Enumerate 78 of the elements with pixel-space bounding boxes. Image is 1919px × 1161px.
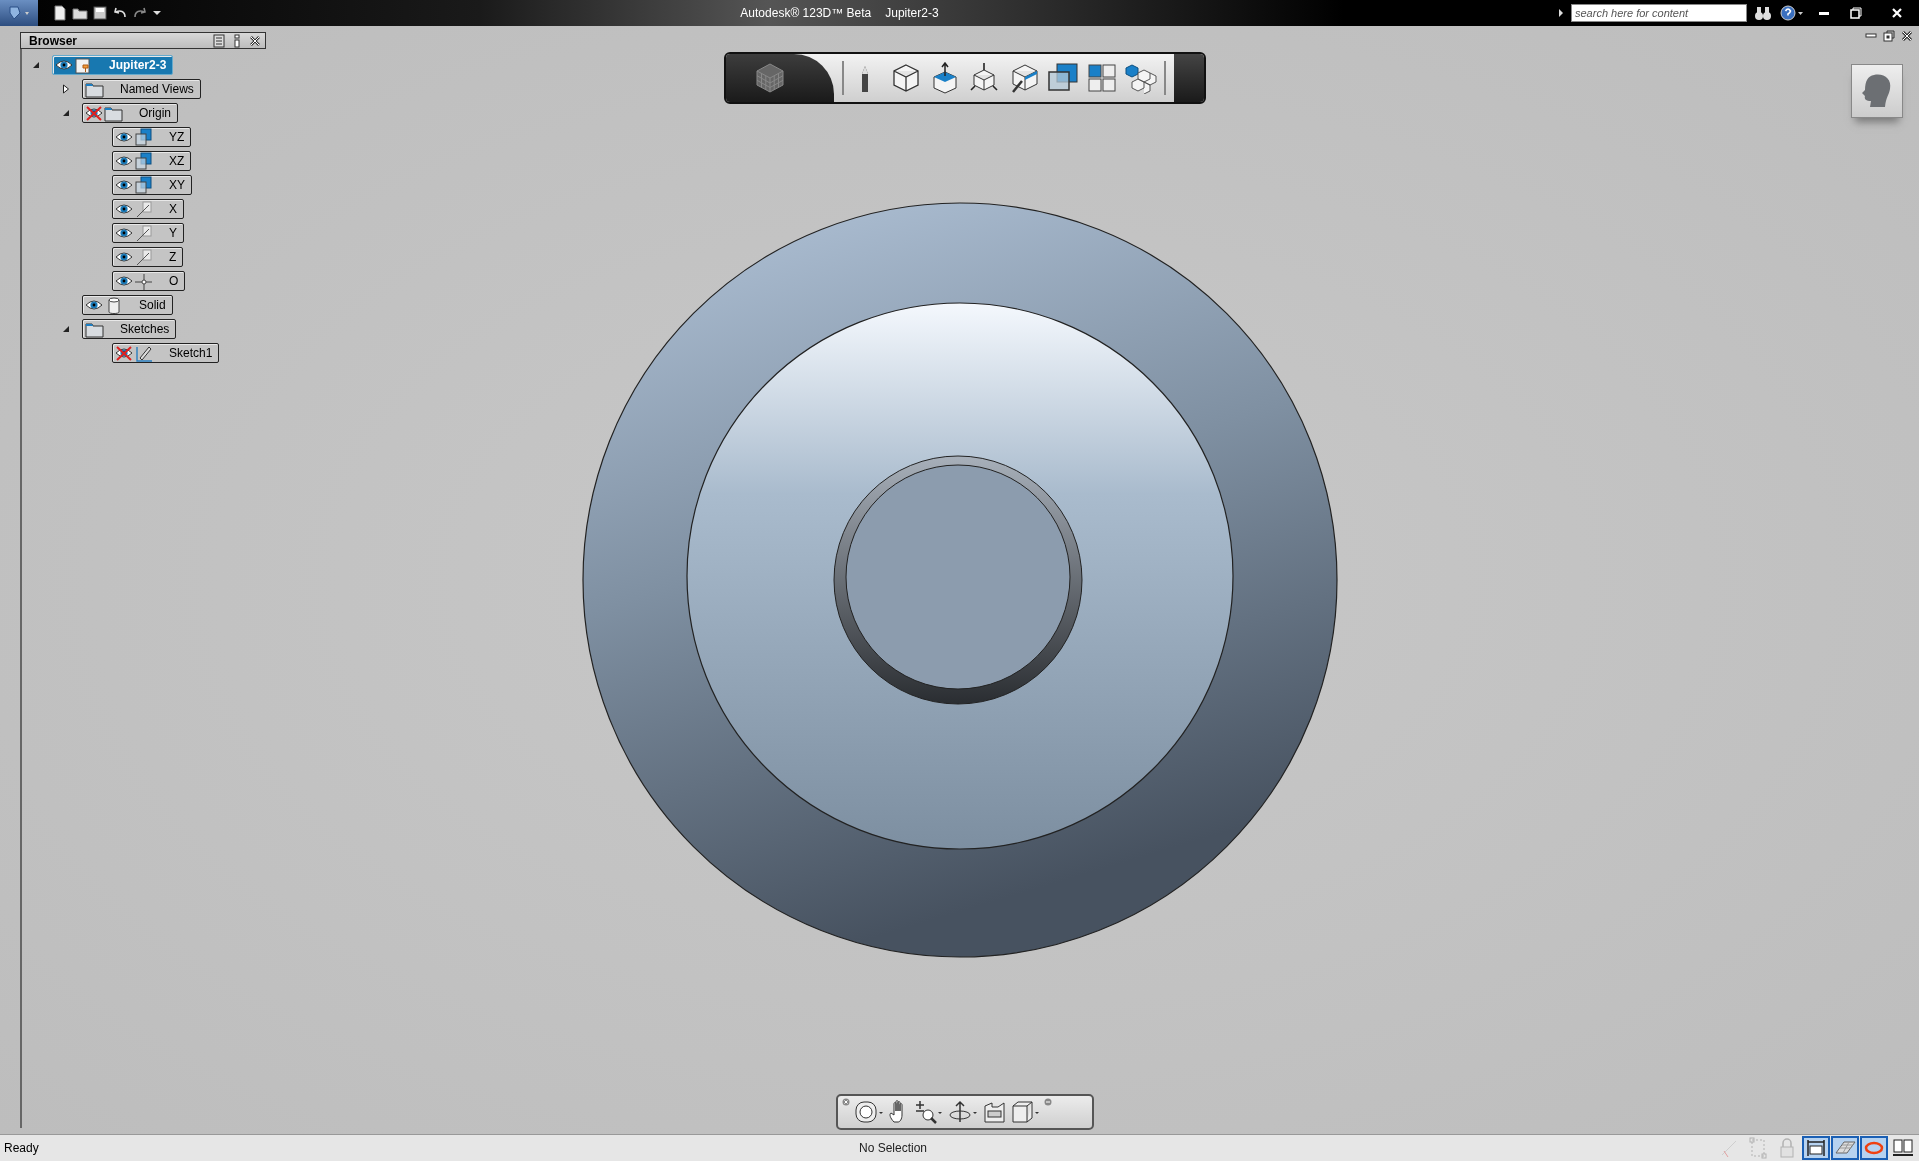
cube-stack-icon[interactable] — [1125, 62, 1158, 94]
axis-icon — [134, 248, 154, 266]
folder-icon[interactable] — [72, 5, 88, 21]
tree-node[interactable]: Named Views — [82, 79, 201, 99]
cube-view-icon[interactable] — [1010, 1100, 1040, 1124]
status-message: Ready — [4, 1141, 40, 1155]
folder-icon — [85, 320, 105, 338]
list-icon[interactable] — [213, 33, 225, 48]
sketch-pencil-icon — [134, 344, 154, 362]
binoculars-icon[interactable] — [1753, 4, 1773, 22]
minimize-icon — [1819, 11, 1829, 15]
folder-icon — [85, 80, 105, 98]
view-cube[interactable] — [1851, 64, 1903, 118]
close-icon[interactable] — [249, 34, 261, 47]
camera-icon[interactable] — [982, 1100, 1006, 1124]
tree-node[interactable]: Sketches — [82, 319, 177, 339]
eye-icon[interactable] — [115, 225, 133, 241]
tree-node[interactable]: Origin — [82, 103, 178, 123]
eye-icon[interactable] — [115, 249, 133, 265]
eye-icon[interactable] — [115, 273, 133, 289]
dimension-icon — [1747, 1137, 1769, 1159]
axis-icon — [134, 224, 154, 242]
grid-plane-toggle[interactable] — [1831, 1136, 1859, 1160]
plane-icon — [134, 128, 154, 146]
window-title: Autodesk® 123D™ Beta — [740, 6, 872, 20]
info-icon[interactable] — [233, 33, 241, 48]
search-field[interactable]: search here for content — [1571, 4, 1747, 22]
expanded-triangle-icon[interactable] — [32, 61, 40, 69]
close-icon — [1891, 7, 1903, 19]
eye-icon[interactable] — [85, 297, 103, 313]
plane-icon — [134, 176, 154, 194]
tree-node[interactable]: Solid — [82, 295, 173, 315]
eye-icon[interactable] — [115, 153, 133, 169]
restore-icon[interactable] — [1883, 30, 1895, 42]
save-icon[interactable] — [92, 5, 108, 21]
plane-icon — [134, 152, 154, 170]
toolbar-end-cap — [1174, 54, 1204, 102]
axis-icon — [134, 200, 154, 218]
options-icon[interactable] — [1044, 1098, 1052, 1106]
tree-node[interactable]: XZ — [112, 151, 192, 171]
four-panes-icon[interactable] — [1085, 62, 1118, 94]
help-icon[interactable] — [1779, 4, 1805, 22]
eye-icon[interactable] — [55, 57, 73, 73]
collapsed-triangle-icon[interactable] — [62, 84, 70, 94]
close-icon[interactable] — [1901, 30, 1913, 42]
zoom-icon[interactable] — [914, 1100, 944, 1124]
new-file-icon[interactable] — [52, 5, 68, 21]
tree-node[interactable]: Z — [112, 247, 184, 267]
tree-node[interactable]: X — [112, 199, 184, 219]
steering-wheel-icon[interactable] — [854, 1100, 884, 1124]
eye-icon[interactable] — [115, 177, 133, 193]
tree-node[interactable]: XY — [112, 175, 192, 195]
split-window-icon — [1892, 1137, 1914, 1159]
document-title: Jupiter2-3 — [885, 6, 939, 20]
tree-node[interactable]: Y — [112, 223, 184, 243]
cube-grid-icon[interactable] — [754, 62, 786, 94]
tree-node[interactable]: Jupiter2-3 — [52, 55, 174, 75]
eye-icon[interactable] — [115, 201, 133, 217]
tree-node[interactable]: Sketch1 — [112, 343, 220, 363]
restore-icon — [1850, 7, 1862, 19]
tree-node[interactable]: YZ — [112, 127, 192, 147]
point-icon — [134, 272, 154, 290]
overlapping-squares-icon[interactable] — [1046, 62, 1079, 94]
frame-icon — [1805, 1137, 1827, 1159]
app-logo-icon — [6, 4, 32, 22]
application-menu-button[interactable] — [0, 0, 38, 26]
eye-icon[interactable] — [115, 129, 133, 145]
frame-toggle[interactable] — [1802, 1136, 1830, 1160]
expanded-triangle-icon[interactable] — [62, 325, 70, 333]
loop-toggle[interactable] — [1860, 1136, 1888, 1160]
folder-icon — [104, 104, 124, 122]
crossed-eye-icon[interactable] — [115, 345, 133, 361]
selection-status: No Selection — [859, 1141, 929, 1155]
panel-title: Browser — [29, 33, 78, 48]
expanded-triangle-icon[interactable] — [62, 109, 70, 117]
crossed-eye-icon[interactable] — [85, 105, 103, 121]
orbit-icon[interactable] — [948, 1100, 978, 1124]
tree-node[interactable]: O — [112, 271, 186, 291]
